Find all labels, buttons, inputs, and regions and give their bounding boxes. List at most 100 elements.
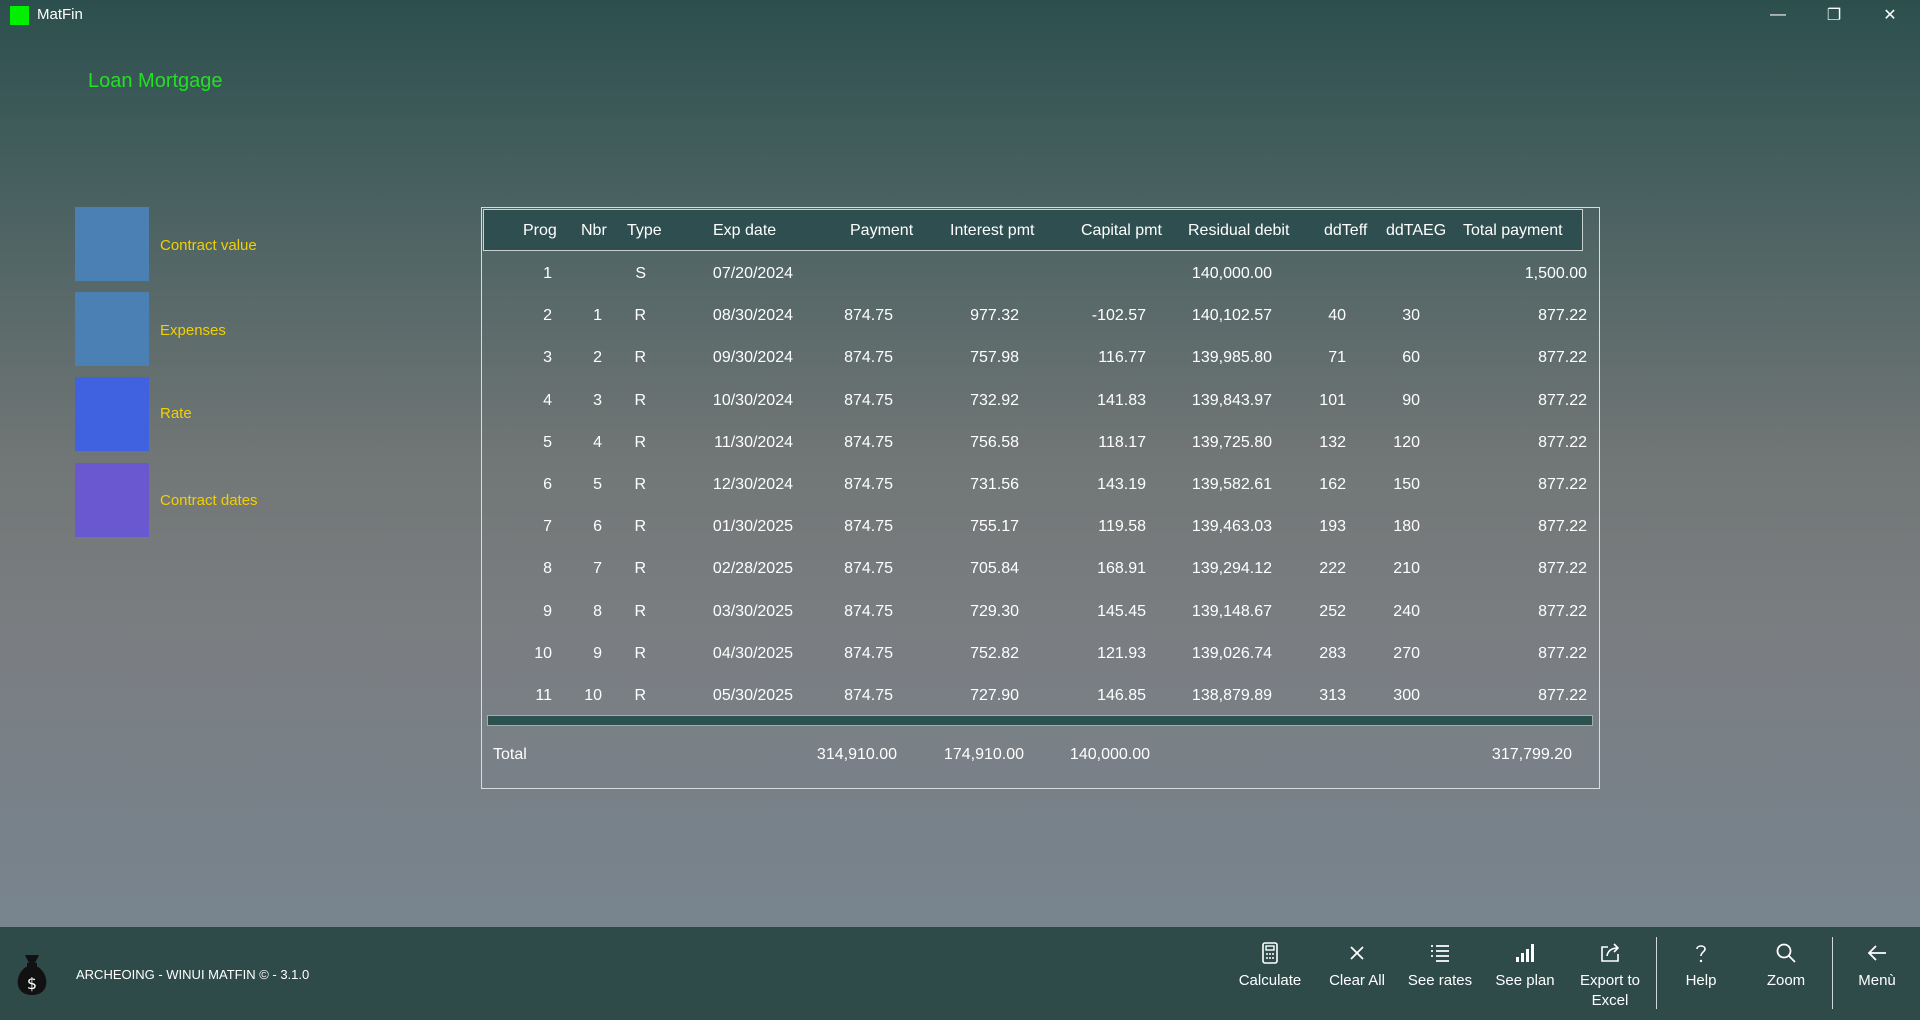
column-header-interest-pmt[interactable]: Interest pmt — [950, 222, 1034, 240]
cell-type: R — [634, 687, 646, 704]
cell-prog: 2 — [543, 307, 552, 325]
column-header-ddteff[interactable]: ddTeff — [1324, 222, 1367, 240]
column-header-payment[interactable]: Payment — [850, 222, 913, 240]
totals-row: Total 314,910.00 174,910.00 140,000.00 3… — [482, 736, 1599, 776]
cell-interest: 752.82 — [970, 644, 1019, 662]
column-header-type[interactable]: Type — [627, 222, 662, 240]
cell-payment: 874.75 — [844, 644, 893, 662]
cell-capital: -102.57 — [1091, 307, 1146, 325]
search-icon — [1776, 943, 1796, 963]
close-window-button[interactable]: ✕ — [1862, 0, 1918, 30]
see-plan-button[interactable]: See plan — [1490, 941, 1560, 1017]
column-header-exp-date[interactable]: Exp date — [713, 222, 776, 240]
zoom-button[interactable]: Zoom — [1751, 941, 1821, 1017]
app-icon — [10, 6, 29, 25]
rate-tile[interactable] — [75, 377, 149, 451]
cell-exp-date: 12/30/2024 — [712, 476, 793, 493]
cell-prog: 3 — [543, 349, 552, 367]
total-total-payment-sum: 317,799.20 — [1491, 746, 1572, 763]
cell-interest: 731.56 — [970, 476, 1019, 493]
cell-capital: 118.17 — [1098, 433, 1146, 451]
clear-all-button[interactable]: Clear All — [1322, 941, 1392, 1017]
see-rates-button[interactable]: See rates — [1405, 941, 1475, 1017]
export-to-excel-button[interactable]: Export to Excel — [1570, 941, 1650, 1017]
table-header: Prog Nbr Type Exp date Payment Interest … — [483, 209, 1583, 251]
cell-prog: 7 — [543, 518, 552, 536]
cell-ddtaeg: 90 — [1402, 391, 1420, 409]
cell-ddtaeg: 180 — [1393, 518, 1420, 536]
table-row[interactable]: 2 1 R 08/30/2024 874.75 977.32 -102.57 140,102.… — [482, 295, 1599, 337]
cell-prog: 9 — [543, 602, 552, 620]
cell-ddteff: 193 — [1319, 518, 1346, 536]
cell-payment: 874.75 — [844, 518, 893, 536]
cell-ddteff: 101 — [1319, 391, 1346, 409]
horizontal-scrollbar[interactable] — [487, 715, 1593, 726]
contract-value-label[interactable]: Contract value — [160, 237, 257, 254]
app-title: MatFin — [37, 6, 83, 23]
menu-button[interactable]: Menù — [1842, 941, 1912, 1017]
cell-ddteff: 132 — [1319, 433, 1346, 451]
cell-nbr: 8 — [593, 602, 602, 620]
cell-total: 877.22 — [1538, 687, 1587, 704]
see-rates-label: See rates — [1407, 972, 1473, 989]
cell-interest: 732.92 — [970, 391, 1019, 409]
help-button[interactable]: Help — [1666, 941, 1736, 1017]
cell-ddteff: 252 — [1319, 602, 1346, 620]
table-row[interactable]: 11 10 R 05/30/2025 874.75 727.90 146.85 138,879… — [482, 675, 1599, 717]
table-row[interactable]: 3 2 R 09/30/2024 874.75 757.98 116.77 139,985.8… — [482, 337, 1599, 379]
cell-residual: 139,463.03 — [1191, 518, 1272, 536]
cell-prog: 11 — [535, 687, 552, 704]
column-header-ddtaeg[interactable]: ddTAEG — [1386, 222, 1446, 240]
expenses-label[interactable]: Expenses — [160, 322, 226, 339]
cell-interest: 727.90 — [970, 687, 1019, 704]
cell-capital: 141.83 — [1097, 391, 1146, 409]
cell-interest: 705.84 — [970, 560, 1019, 578]
cell-total: 877.22 — [1538, 602, 1587, 620]
table-row[interactable]: 5 4 R 11/30/2024 874.75 756.58 118.17 139,725.8… — [482, 422, 1599, 464]
column-header-prog[interactable]: Prog — [523, 222, 557, 240]
command-separator — [1656, 937, 1657, 1009]
table-row[interactable]: 6 5 R 12/30/2024 874.75 731.56 143.19 139,582.6… — [482, 464, 1599, 506]
expenses-tile[interactable] — [75, 292, 149, 366]
cell-prog: 4 — [543, 391, 552, 409]
cell-exp-date: 11/30/2024 — [714, 433, 793, 451]
total-capital-sum: 140,000.00 — [1069, 746, 1150, 763]
cell-type: S — [635, 265, 646, 282]
table-row[interactable]: 4 3 R 10/30/2024 874.75 732.92 141.83 139,843.9… — [482, 380, 1599, 422]
contract-value-tile[interactable] — [75, 207, 149, 281]
table-row[interactable]: 1 S 07/20/2024 140,000.00 1,500.00 — [482, 253, 1599, 295]
cell-interest: 757.98 — [970, 349, 1019, 367]
cell-prog: 10 — [534, 644, 552, 662]
table-row[interactable]: 9 8 R 03/30/2025 874.75 729.30 145.45 139,148.6… — [482, 591, 1599, 633]
cell-ddtaeg: 60 — [1402, 349, 1420, 367]
column-header-nbr[interactable]: Nbr — [581, 222, 607, 240]
contract-dates-label[interactable]: Contract dates — [160, 492, 258, 509]
cell-residual: 140,000.00 — [1191, 265, 1272, 282]
column-header-capital-pmt[interactable]: Capital pmt — [1081, 222, 1162, 240]
cell-type: R — [634, 560, 646, 578]
contract-dates-tile[interactable] — [75, 463, 149, 537]
help-icon — [1696, 945, 1706, 963]
column-header-residual-debit[interactable]: Residual debit — [1188, 222, 1289, 240]
cell-residual: 139,026.74 — [1191, 644, 1272, 662]
calculate-button[interactable]: Calculate — [1235, 941, 1305, 1017]
maximize-button[interactable]: ❐ — [1806, 0, 1862, 30]
cell-type: R — [634, 518, 646, 536]
column-header-total-payment[interactable]: Total payment — [1463, 222, 1563, 240]
cell-residual: 139,294.12 — [1191, 560, 1272, 578]
cell-nbr: 3 — [593, 391, 602, 409]
minimize-button[interactable]: — — [1750, 0, 1806, 30]
rate-label[interactable]: Rate — [160, 405, 192, 422]
cell-exp-date: 04/30/2025 — [712, 644, 793, 662]
cell-ddteff: 283 — [1319, 644, 1346, 662]
table-row[interactable]: 10 9 R 04/30/2025 874.75 752.82 121.93 139,026.… — [482, 633, 1599, 675]
cell-nbr: 10 — [584, 687, 602, 704]
footer-copyright: ARCHEOING - WINUI MATFIN © - 3.1.0 — [76, 967, 310, 982]
svg-text:$: $ — [27, 974, 37, 993]
cell-total: 877.22 — [1538, 349, 1587, 367]
totals-label: Total — [493, 746, 527, 763]
cell-ddtaeg: 120 — [1393, 433, 1420, 451]
table-row[interactable]: 7 6 R 01/30/2025 874.75 755.17 119.58 139,463.0… — [482, 506, 1599, 548]
cell-total: 877.22 — [1538, 560, 1587, 578]
table-row[interactable]: 8 7 R 02/28/2025 874.75 705.84 168.91 139,294.1… — [482, 548, 1599, 590]
